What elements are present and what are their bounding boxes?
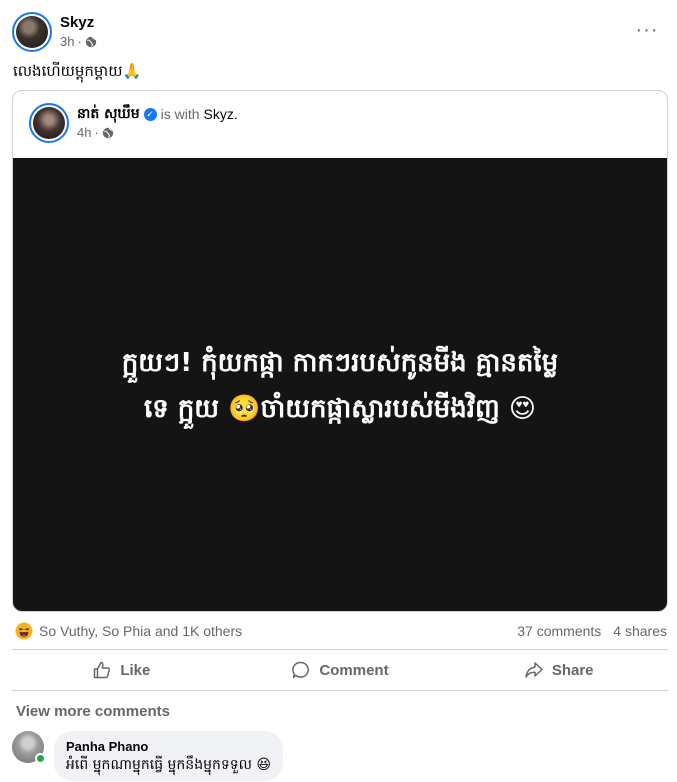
commenter-name[interactable]: Panha Phano xyxy=(66,739,271,755)
comment-icon xyxy=(292,661,310,679)
share-button[interactable]: Share xyxy=(449,650,668,690)
like-icon xyxy=(94,661,111,679)
verified-badge-icon: ✓ xyxy=(143,107,157,121)
image-text-line-1: ក្អួយៗ! កុំយកផ្កា កាកៗរបស់កូនមីង គ្មានតម… xyxy=(121,347,559,378)
post-time[interactable]: 3h xyxy=(60,34,74,50)
tagged-name[interactable]: Skyz. xyxy=(204,105,238,123)
post-meta: 3h · xyxy=(60,34,97,50)
image-text: ក្អួយៗ! កុំយកផ្កា កាកៗរបស់កូនមីង គ្មានតម… xyxy=(122,340,558,432)
meta-separator: · xyxy=(94,125,99,140)
commenter-avatar[interactable] xyxy=(12,731,46,764)
comment-item: Panha Phano អំពើ ម្នុកណាម្នុកធ្វើ ម្នុកន… xyxy=(12,731,283,781)
reactions-row: So Vuthy, So Phia and 1K others 37 comme… xyxy=(15,622,667,640)
image-text-line-2: ទេ ក្អួយ 🥺ចាំយកផ្កាស្លារបស់មីងវិញ 😍 xyxy=(144,393,536,424)
action-bar: Like Comment Share xyxy=(12,650,668,690)
comment-button[interactable]: Comment xyxy=(231,650,450,690)
divider xyxy=(12,690,668,691)
post-image[interactable]: ក្អួយៗ! កុំយកផ្កា កាកៗរបស់កូនមីង គ្មានតម… xyxy=(13,158,667,611)
comment-bubble: Panha Phano អំពើ ម្នុកណាម្នុកធ្វើ ម្នុកន… xyxy=(54,731,283,781)
globe-icon xyxy=(102,127,114,139)
comment-label: Comment xyxy=(319,661,389,679)
globe-icon xyxy=(85,36,97,48)
with-label: is with xyxy=(160,106,200,122)
shared-post-time[interactable]: 4h xyxy=(77,125,91,141)
author-avatar[interactable] xyxy=(12,12,52,52)
share-icon xyxy=(525,662,543,678)
shares-count[interactable]: 4 shares xyxy=(613,623,667,639)
reactors-text[interactable]: So Vuthy, So Phia and 1K others xyxy=(39,623,242,639)
more-options-icon[interactable]: ··· xyxy=(629,18,665,42)
shared-post-card[interactable]: នាត់ សុឃឹម ✓ is with Skyz. 4h · ក្អួយៗ! … xyxy=(12,90,668,612)
like-button[interactable]: Like xyxy=(12,650,231,690)
comment-text: អំពើ ម្នុកណាម្នុកធ្វើ ម្នុកនឹងម្នុកទទួល … xyxy=(66,757,271,773)
share-label: Share xyxy=(551,661,594,679)
like-label: Like xyxy=(120,661,151,679)
shared-post-header: នាត់ សុឃឹម ✓ is with Skyz. 4h · xyxy=(29,103,238,143)
meta-separator: · xyxy=(77,34,82,49)
online-status-icon xyxy=(35,753,46,764)
shared-post-meta: 4h · xyxy=(77,125,238,141)
post-header: Skyz 3h · xyxy=(12,12,97,52)
shared-author-name[interactable]: នាត់ សុឃឹម xyxy=(77,105,140,123)
haha-reaction-icon xyxy=(15,622,33,640)
view-more-comments-link[interactable]: View more comments xyxy=(16,703,170,720)
comments-count[interactable]: 37 comments xyxy=(517,623,601,639)
author-name[interactable]: Skyz xyxy=(60,14,97,32)
post-caption: លេងហើយម្តុកម្តាយ🙏 xyxy=(13,62,142,80)
reaction-summary[interactable]: So Vuthy, So Phia and 1K others xyxy=(15,622,242,640)
shared-author-avatar[interactable] xyxy=(29,103,69,143)
